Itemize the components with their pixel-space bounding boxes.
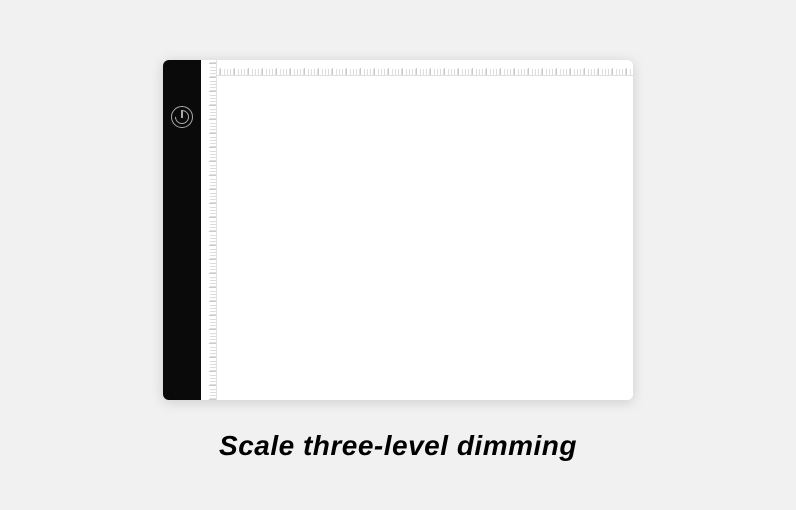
product-image bbox=[163, 60, 633, 400]
horizontal-ruler bbox=[217, 60, 633, 76]
main-surface bbox=[217, 60, 633, 400]
vertical-ruler bbox=[201, 60, 217, 400]
power-icon bbox=[171, 106, 193, 128]
light-pad-device bbox=[163, 60, 633, 400]
product-caption: Scale three-level dimming bbox=[219, 430, 577, 462]
control-strip bbox=[163, 60, 201, 400]
light-panel bbox=[217, 76, 633, 400]
